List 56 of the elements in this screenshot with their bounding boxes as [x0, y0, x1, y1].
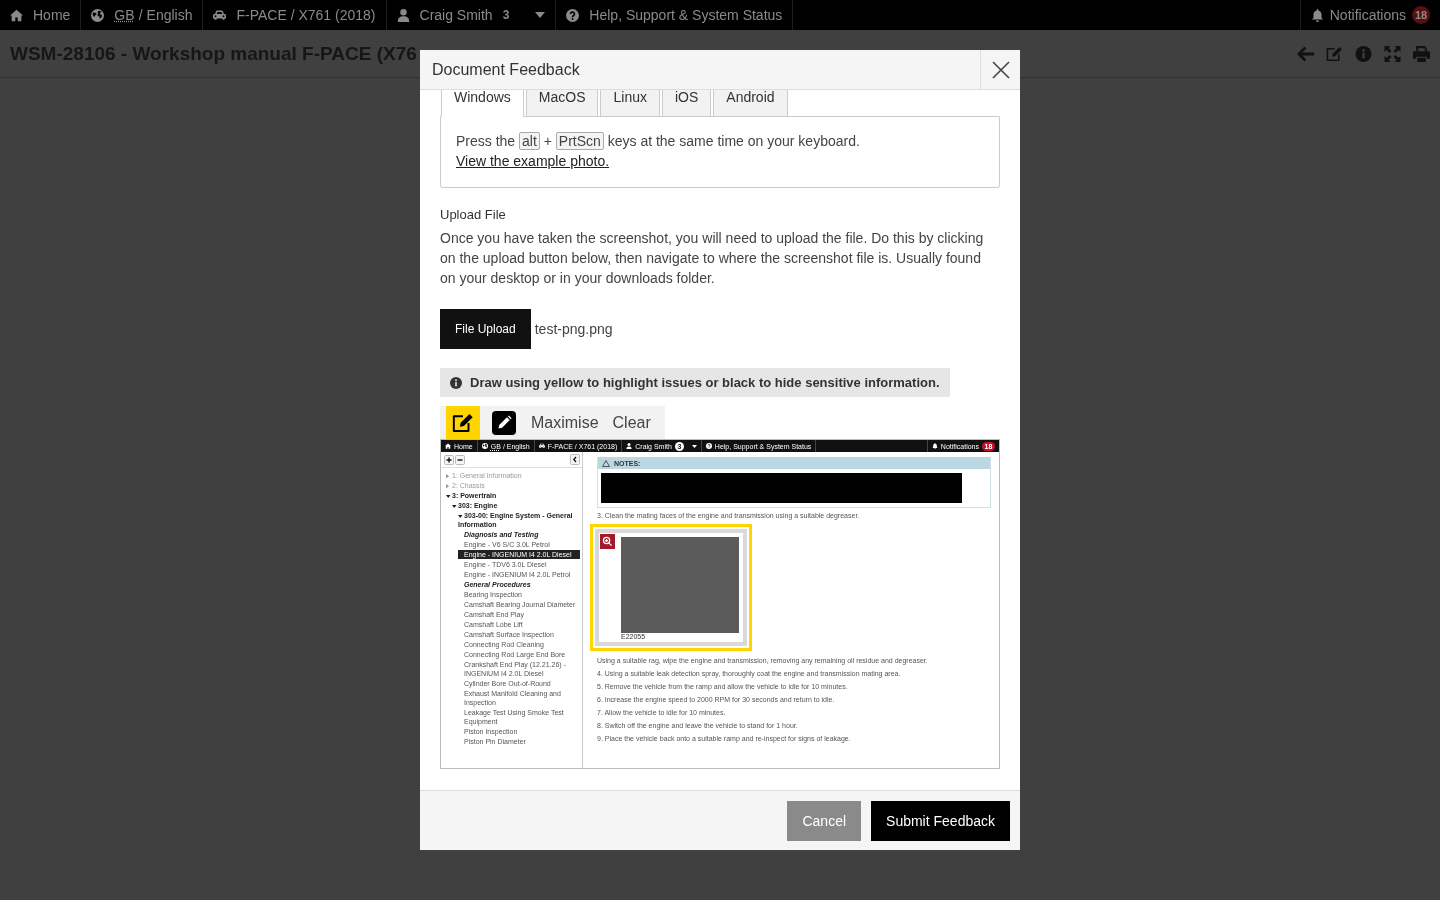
caret-down-icon[interactable]	[535, 12, 546, 18]
section-heading: Upload File	[440, 207, 507, 223]
toolbar-button[interactable]: Clear	[605, 413, 658, 432]
highlight-tool-button[interactable]	[446, 406, 480, 439]
upload-description: Once you have taken the screenshot, you will need to upload the file. Do this by clicking on the upload button below, then navigate to where the screenshot file is. Usually found on your desktop or in your downloads folder.	[440, 229, 985, 288]
keyboard-key: PrtScn	[555, 132, 604, 150]
dialog-title: Document Feedback	[431, 60, 581, 79]
os-tab[interactable]: Android	[713, 90, 788, 116]
expand-icon[interactable]	[1384, 45, 1401, 62]
car-icon	[213, 8, 227, 22]
minus-icon	[455, 454, 465, 465]
toolbar-button[interactable]: Maximise	[524, 413, 606, 432]
help-icon	[705, 443, 712, 449]
close-icon	[991, 60, 1010, 79]
nav-link[interactable]: F-PACE / X761 (2018)	[213, 7, 376, 23]
zoom-in-icon	[600, 534, 615, 549]
arrow-left-icon[interactable]	[1297, 45, 1314, 62]
nav-link[interactable]: Home	[10, 7, 71, 23]
nav-link[interactable]: Craig Smith	[396, 7, 493, 23]
bell-icon	[1310, 8, 1324, 22]
keyboard-key: alt	[519, 132, 540, 150]
edit-icon	[452, 412, 474, 433]
nav-link[interactable]: Help, Support & System Status	[566, 7, 783, 23]
file-name: test-png.png	[534, 321, 613, 337]
home-icon	[10, 8, 23, 22]
os-tab[interactable]: iOS	[661, 90, 712, 116]
globe-icon	[481, 443, 488, 449]
warning-icon	[602, 459, 610, 467]
os-tab[interactable]: Windows	[441, 90, 524, 117]
help-icon	[566, 8, 580, 22]
example-photo-link[interactable]: View the example photo.	[456, 153, 610, 169]
count-label: 3	[502, 8, 510, 22]
bell-icon	[931, 443, 938, 449]
os-tab[interactable]: Linux	[600, 90, 660, 116]
user-icon	[396, 8, 410, 22]
submit-button[interactable]: Submit Feedback	[871, 800, 1010, 841]
hint-text: Draw using yellow to highlight issues or black to hide sensitive information.	[470, 375, 940, 390]
car-icon	[538, 443, 545, 449]
globe-icon	[91, 8, 105, 22]
plus-icon	[444, 454, 454, 465]
info-icon	[450, 376, 462, 389]
print-icon[interactable]	[1413, 45, 1430, 62]
nav-link[interactable]: Notifications	[1310, 7, 1406, 23]
info-icon[interactable]	[1355, 45, 1372, 62]
home-icon	[445, 443, 451, 449]
nav-link[interactable]: GB / English	[91, 7, 193, 23]
hide-tool-button[interactable]	[492, 410, 516, 435]
os-tab[interactable]: MacOS	[525, 90, 599, 116]
file-upload-button[interactable]: File Upload	[440, 309, 531, 349]
notification-badge: 18	[1412, 6, 1430, 24]
caret-down-icon	[691, 444, 697, 448]
pencil-icon	[496, 415, 512, 430]
user-icon	[626, 443, 633, 449]
edit-icon[interactable]	[1326, 45, 1343, 62]
instruction-text: Press the alt + PrtScn keys at the same time on your keyboard. View the example photo.	[456, 131, 861, 171]
chevron-left-icon	[570, 454, 580, 465]
